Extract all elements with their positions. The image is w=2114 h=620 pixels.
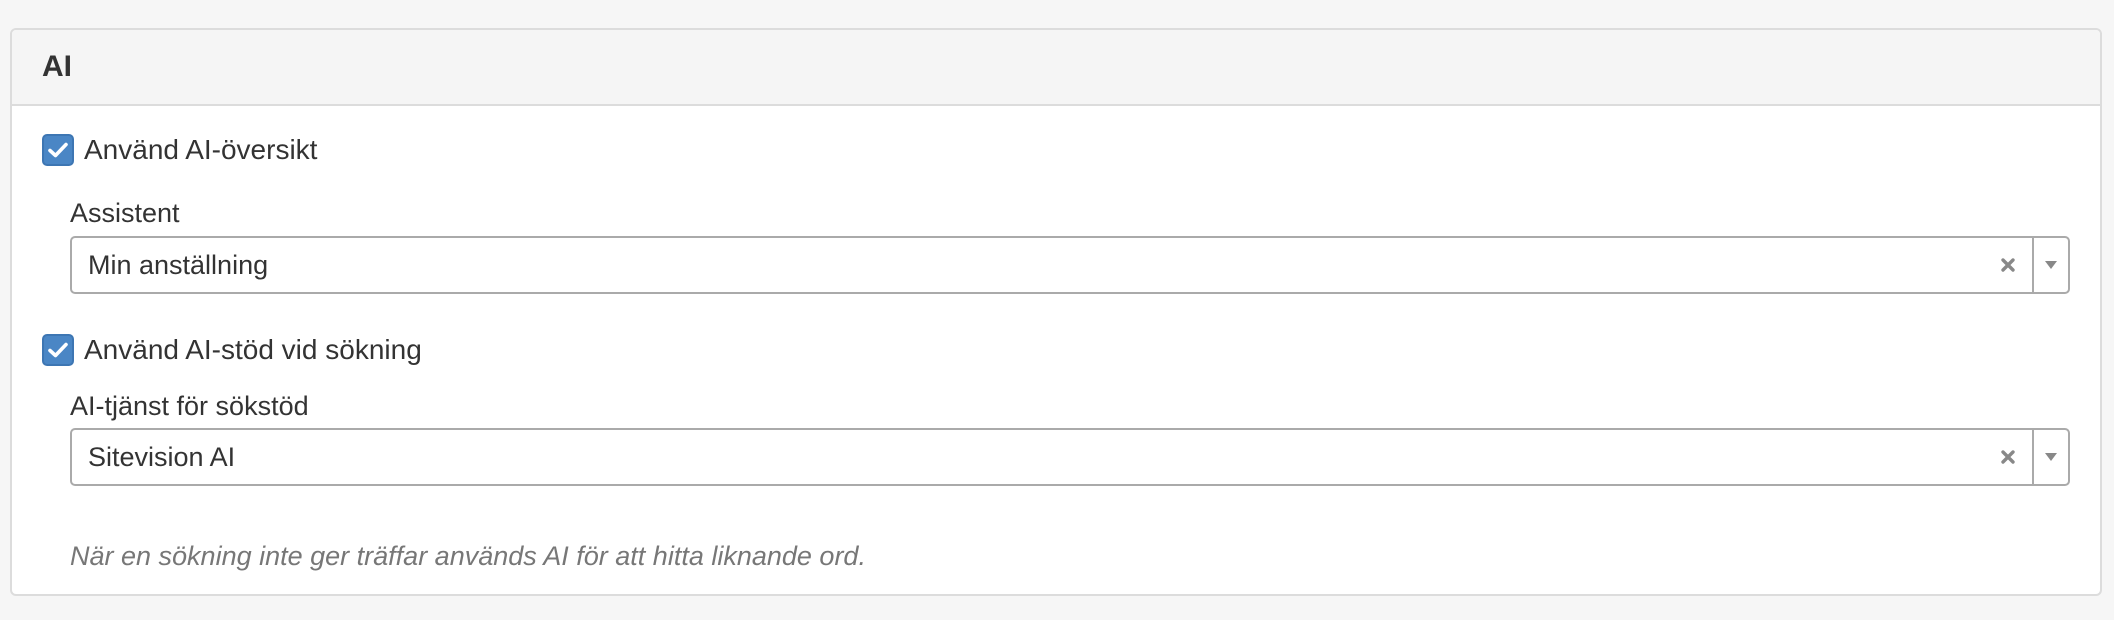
assistant-select-value: Min anställning [88, 249, 269, 280]
assistant-label: Assistent [70, 198, 180, 228]
ai-settings-panel: AI Använd AI-översikt Assistent Min anst… [10, 28, 2102, 596]
use-ai-overview-checkbox-row[interactable]: Använd AI-översikt [42, 134, 317, 166]
panel-heading: AI [12, 30, 2100, 106]
ai-service-dropdown-toggle[interactable] [2032, 430, 2068, 484]
close-icon [2001, 450, 2015, 464]
panel-title: AI [42, 50, 72, 83]
use-ai-search-support-label[interactable]: Använd AI-stöd vid sökning [84, 334, 422, 366]
close-icon [2001, 258, 2015, 272]
assistant-clear-icon[interactable] [1990, 238, 2026, 292]
assistant-select[interactable]: Min anställning [70, 236, 2070, 294]
ai-service-select-value: Sitevision AI [88, 441, 236, 472]
ai-service-clear-icon[interactable] [1990, 430, 2026, 484]
use-ai-search-support-checkbox[interactable] [42, 334, 74, 366]
ai-service-select[interactable]: Sitevision AI [70, 428, 2070, 486]
use-ai-overview-label[interactable]: Använd AI-översikt [84, 134, 317, 166]
caret-down-icon [2045, 453, 2057, 461]
ai-service-label: AI-tjänst för sökstöd [70, 391, 309, 421]
use-ai-overview-checkbox[interactable] [42, 134, 74, 166]
use-ai-search-support-checkbox-row[interactable]: Använd AI-stöd vid sökning [42, 334, 422, 366]
ai-service-help-text: När en sökning inte ger träffar används … [70, 541, 866, 571]
checkmark-icon [48, 142, 68, 158]
checkmark-icon [48, 342, 68, 358]
caret-down-icon [2045, 261, 2057, 269]
assistant-dropdown-toggle[interactable] [2032, 238, 2068, 292]
